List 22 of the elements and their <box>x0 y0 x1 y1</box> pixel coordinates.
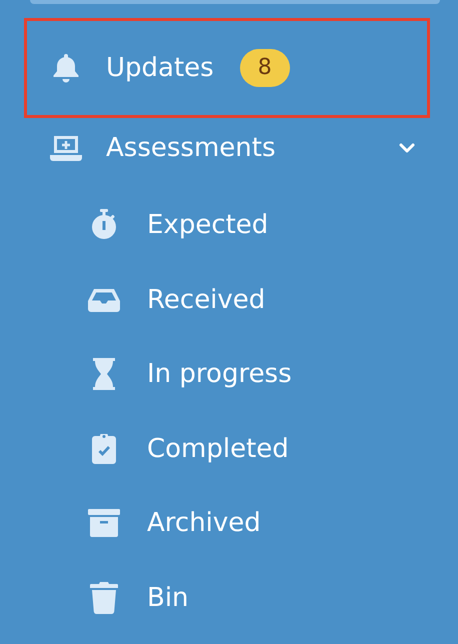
archive-box-icon <box>88 509 120 538</box>
inbox-tray-icon <box>88 288 120 312</box>
sidebar-item[interactable]: Assessments <box>24 118 430 178</box>
sidebar-subitem[interactable]: Bin <box>0 560 458 635</box>
item-label: In progress <box>147 359 292 390</box>
sidebar-subitem[interactable]: Received <box>0 262 458 337</box>
item-label: Expected <box>147 210 268 240</box>
trash-can-icon <box>88 582 120 614</box>
laptop-icon <box>50 135 82 161</box>
item-label: Updates <box>106 53 214 83</box>
count-badge: 8 <box>240 49 290 87</box>
item-label: Received <box>147 284 266 315</box>
sidebar-subitem[interactable]: Completed <box>0 412 458 486</box>
sidebar-subitem[interactable]: In progress <box>0 337 458 412</box>
item-label: Archived <box>147 508 261 538</box>
sidebar-subitem[interactable]: Archived <box>0 486 458 560</box>
item-label: Assessments <box>106 133 276 163</box>
sidebar-subitem[interactable]: Expected <box>0 188 458 262</box>
sidebar-item[interactable]: Updates 8 <box>24 18 430 118</box>
chevron-icon[interactable] <box>399 143 415 153</box>
item-label: Bin <box>147 582 189 613</box>
item-label: Completed <box>147 434 289 464</box>
